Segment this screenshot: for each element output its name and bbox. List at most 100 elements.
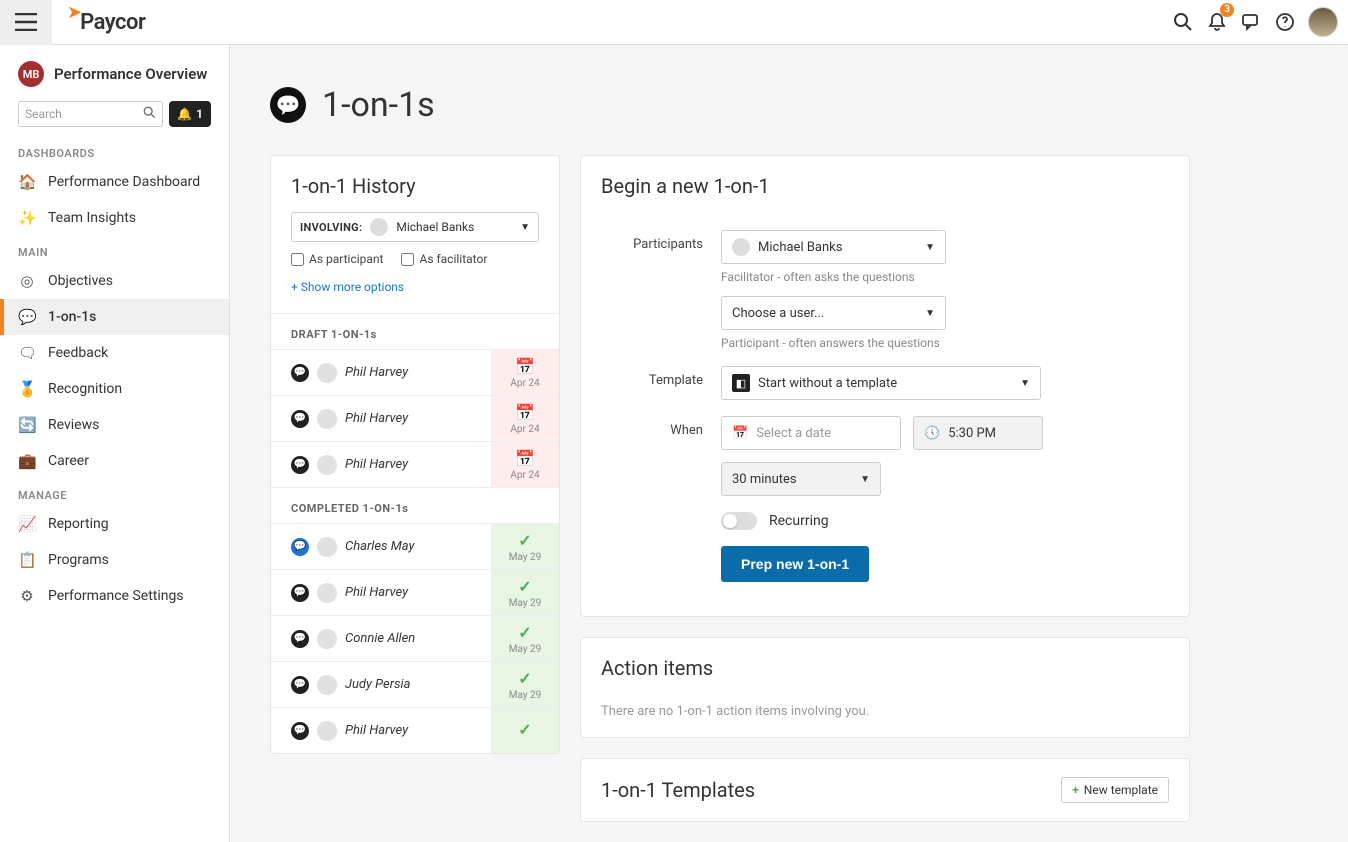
- nav-reviews[interactable]: 🔄Reviews: [0, 407, 229, 443]
- logo[interactable]: ➤ Paycor: [67, 10, 145, 35]
- messages-icon[interactable]: [1234, 5, 1268, 39]
- sidebar-search-input[interactable]: Search: [18, 101, 163, 127]
- conversation-icon: 💬: [291, 630, 309, 648]
- involving-user: Michael Banks: [396, 220, 474, 234]
- history-item[interactable]: 💬 Connie Allen ✓May 29: [271, 615, 559, 661]
- recurring-toggle[interactable]: [721, 512, 757, 530]
- sidebar-title: Performance Overview: [54, 65, 207, 83]
- sidebar-user-header: MB Performance Overview: [0, 55, 229, 97]
- nav-career[interactable]: 💼Career: [0, 443, 229, 479]
- history-status: ✓May 29: [491, 570, 559, 615]
- involving-dropdown[interactable]: INVOLVING: Michael Banks ▼: [291, 212, 539, 242]
- nav-one-on-ones[interactable]: 💬1-on-1s: [0, 299, 229, 335]
- notifications-icon[interactable]: 3: [1200, 5, 1234, 39]
- action-items-card: Action items There are no 1-on-1 action …: [580, 637, 1190, 738]
- as-participant-checkbox[interactable]: As participant: [291, 252, 383, 266]
- calendar-icon: 📅: [732, 426, 748, 441]
- history-name: Phil Harvey: [345, 585, 408, 600]
- duration-select[interactable]: 30 minutes ▼: [721, 462, 881, 496]
- plus-icon: +: [1072, 783, 1079, 797]
- search-icon[interactable]: [1166, 5, 1200, 39]
- begin-card: Begin a new 1-on-1 Participants Michael …: [580, 155, 1190, 617]
- section-main: MAIN: [0, 236, 229, 263]
- nav-recognition[interactable]: 🏅Recognition: [0, 371, 229, 407]
- avatar-icon: [317, 363, 337, 383]
- facilitator-helper: Facilitator - often asks the questions: [721, 270, 946, 284]
- prep-new-button[interactable]: Prep new 1-on-1: [721, 546, 869, 582]
- conversation-icon: 💬: [291, 722, 309, 740]
- conversation-icon: 💬: [291, 584, 309, 602]
- avatar-icon: [370, 218, 388, 236]
- chevron-down-icon: ▼: [1020, 378, 1030, 389]
- avatar-icon: [317, 629, 337, 649]
- section-manage: MANAGE: [0, 479, 229, 506]
- history-item[interactable]: 💬 Phil Harvey ✓May 29: [271, 569, 559, 615]
- nav-team-insights[interactable]: ✨Team Insights: [0, 200, 229, 236]
- briefcase-icon: 💼: [18, 452, 36, 470]
- insight-icon: ✨: [18, 209, 36, 227]
- hamburger-menu[interactable]: [0, 0, 52, 45]
- sidebar: MB Performance Overview Search 🔔 1 DASHB…: [0, 45, 230, 842]
- time-input[interactable]: 🕔 5:30 PM: [913, 416, 1043, 450]
- gear-icon: ⚙: [18, 587, 36, 605]
- history-item[interactable]: 💬Phil Harvey📅Apr 24: [271, 441, 559, 487]
- logo-swoosh-icon: ➤: [67, 2, 82, 23]
- nav-performance-settings[interactable]: ⚙Performance Settings: [0, 578, 229, 614]
- chevron-down-icon: ▼: [925, 308, 935, 319]
- check-icon: ✓: [518, 531, 531, 550]
- participant-select[interactable]: Choose a user... ▼: [721, 296, 946, 330]
- feedback-icon: 🗨: [18, 344, 36, 362]
- recurring-label: Recurring: [769, 513, 829, 529]
- action-items-empty: There are no 1-on-1 action items involvi…: [601, 704, 1169, 719]
- user-avatar[interactable]: [1308, 7, 1338, 37]
- nav-feedback[interactable]: 🗨Feedback: [0, 335, 229, 371]
- facilitator-value: Michael Banks: [758, 240, 842, 255]
- chevron-down-icon: ▼: [860, 474, 870, 485]
- history-item[interactable]: 💬Phil Harvey✓: [271, 707, 559, 753]
- avatar-icon: [317, 409, 337, 429]
- alert-count: 1: [196, 107, 203, 121]
- avatar-icon: [317, 583, 337, 603]
- sidebar-alert-pill[interactable]: 🔔 1: [169, 101, 211, 127]
- facilitator-select[interactable]: Michael Banks ▼: [721, 230, 946, 264]
- chat-icon: 💬: [18, 308, 36, 326]
- history-item[interactable]: 💬Phil Harvey📅Apr 24: [271, 395, 559, 441]
- avatar-icon: [317, 721, 337, 741]
- when-label: When: [601, 416, 721, 438]
- date-input[interactable]: 📅 Select a date: [721, 416, 901, 450]
- history-date: May 29: [509, 552, 542, 563]
- target-icon: ◎: [18, 272, 36, 290]
- history-date: May 29: [509, 598, 542, 609]
- history-name: Phil Harvey: [345, 411, 408, 426]
- as-facilitator-checkbox[interactable]: As facilitator: [401, 252, 487, 266]
- conversation-icon: 💬: [291, 538, 309, 556]
- template-value: Start without a template: [758, 376, 897, 391]
- template-label: Template: [601, 366, 721, 388]
- history-item[interactable]: 💬Charles May✓May 29: [271, 523, 559, 569]
- conversation-icon: 💬: [291, 456, 309, 474]
- nav-reporting[interactable]: 📈Reporting: [0, 506, 229, 542]
- calendar-alert-icon: 📅: [515, 403, 535, 422]
- conversation-icon: 💬: [291, 676, 309, 694]
- date-placeholder: Select a date: [756, 426, 831, 441]
- history-item[interactable]: 💬Judy Persia✓May 29: [271, 661, 559, 707]
- participant-placeholder: Choose a user...: [732, 306, 824, 321]
- participants-label: Participants: [601, 230, 721, 252]
- history-status: ✓May 29: [491, 616, 559, 661]
- show-more-options-link[interactable]: Show more options: [291, 280, 404, 294]
- template-select[interactable]: ◧ Start without a template ▼: [721, 366, 1041, 400]
- nav-programs[interactable]: 📋Programs: [0, 542, 229, 578]
- history-date: Apr 24: [510, 470, 539, 481]
- nav-objectives[interactable]: ◎Objectives: [0, 263, 229, 299]
- new-template-label: New template: [1084, 783, 1158, 797]
- new-template-button[interactable]: + New template: [1061, 777, 1169, 803]
- help-icon[interactable]: [1268, 5, 1302, 39]
- history-name: Phil Harvey: [345, 723, 408, 738]
- history-name: Connie Allen: [345, 631, 415, 646]
- nav-performance-dashboard[interactable]: 🏠Performance Dashboard: [0, 164, 229, 200]
- search-placeholder: Search: [25, 107, 62, 121]
- history-item[interactable]: 💬Phil Harvey📅Apr 24: [271, 349, 559, 395]
- begin-title: Begin a new 1-on-1: [601, 174, 1169, 198]
- user-initials-badge: MB: [18, 61, 44, 87]
- history-status: 📅Apr 24: [491, 396, 559, 441]
